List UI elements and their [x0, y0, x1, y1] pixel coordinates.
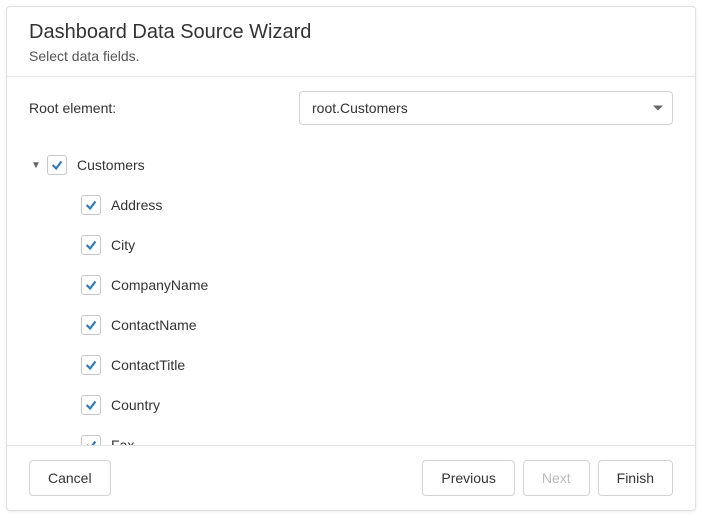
- check-icon: [84, 238, 98, 252]
- finish-button[interactable]: Finish: [598, 460, 673, 496]
- root-element-row: Root element: root.Customers: [29, 91, 673, 125]
- wizard-footer: Cancel Previous Next Finish: [7, 445, 695, 510]
- check-icon: [84, 198, 98, 212]
- checkbox-customers[interactable]: [47, 155, 67, 175]
- previous-button[interactable]: Previous: [422, 460, 514, 496]
- wizard-title: Dashboard Data Source Wizard: [29, 21, 673, 44]
- next-button: Next: [523, 460, 590, 496]
- tree-node-root[interactable]: ▼ Customers: [29, 145, 673, 185]
- tree-node-label: ContactName: [111, 317, 197, 333]
- tree-node-label: CompanyName: [111, 277, 208, 293]
- checkbox-contacttitle[interactable]: [81, 355, 101, 375]
- checkbox-fax[interactable]: [81, 435, 101, 445]
- checkbox-city[interactable]: [81, 235, 101, 255]
- tree-node-label: ContactTitle: [111, 357, 185, 373]
- tree-node-child[interactable]: ContactTitle: [29, 345, 673, 385]
- checkbox-companyname[interactable]: [81, 275, 101, 295]
- tree-node-label: Fax: [111, 437, 134, 445]
- check-icon: [84, 358, 98, 372]
- check-icon: [84, 278, 98, 292]
- check-icon: [50, 158, 64, 172]
- check-icon: [84, 318, 98, 332]
- check-icon: [84, 438, 98, 445]
- tree-node-label: Address: [111, 197, 162, 213]
- checkbox-address[interactable]: [81, 195, 101, 215]
- wizard-body: Root element: root.Customers ▼ Customers: [7, 77, 695, 445]
- expand-toggle-icon[interactable]: ▼: [29, 160, 43, 171]
- checkbox-country[interactable]: [81, 395, 101, 415]
- tree-node-child[interactable]: Country: [29, 385, 673, 425]
- check-icon: [84, 398, 98, 412]
- chevron-down-icon: [653, 106, 663, 111]
- tree-node-child[interactable]: CompanyName: [29, 265, 673, 305]
- root-element-label: Root element:: [29, 100, 279, 116]
- tree-node-child[interactable]: Fax: [29, 425, 673, 445]
- wizard-subtitle: Select data fields.: [29, 48, 673, 64]
- tree-node-child[interactable]: Address: [29, 185, 673, 225]
- tree-node-label: City: [111, 237, 135, 253]
- wizard-dialog: Dashboard Data Source Wizard Select data…: [6, 6, 696, 511]
- root-element-select[interactable]: root.Customers: [299, 91, 673, 125]
- checkbox-contactname[interactable]: [81, 315, 101, 335]
- fields-tree: ▼ Customers Address: [29, 145, 673, 445]
- tree-node-label: Country: [111, 397, 160, 413]
- tree-node-label: Customers: [77, 157, 145, 173]
- tree-node-child[interactable]: ContactName: [29, 305, 673, 345]
- root-element-value: root.Customers: [312, 100, 408, 116]
- tree-node-child[interactable]: City: [29, 225, 673, 265]
- wizard-header: Dashboard Data Source Wizard Select data…: [7, 7, 695, 77]
- cancel-button[interactable]: Cancel: [29, 460, 111, 496]
- tree-children: Address City CompanyName: [29, 185, 673, 445]
